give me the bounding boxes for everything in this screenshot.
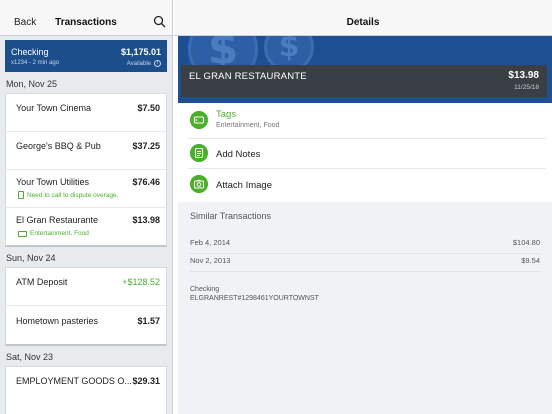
similar-row[interactable]: Nov 2, 2013 $9.54: [190, 250, 540, 272]
date-header: Sun, Nov 24: [6, 253, 56, 263]
transaction-name: El Gran Restaurante: [16, 215, 99, 225]
transaction-amount: $13.98: [132, 215, 160, 225]
similar-transactions: Similar Transactions Feb 4, 2014 $104.80…: [178, 202, 552, 414]
transaction-amount: +$128.52: [122, 277, 160, 287]
transaction-note-text: Need to call to dispute overage.: [27, 191, 119, 199]
account-balance: $1,175.01: [120, 47, 161, 57]
similar-date: Nov 2, 2013: [190, 256, 231, 265]
account-detail-code: ELGRANREST#1298461YOURTOWNST: [190, 295, 319, 302]
transaction-name: George's BBQ & Pub: [16, 141, 101, 151]
transaction-date: 11/25/18: [514, 84, 539, 91]
account-detail-label: Checking: [190, 286, 220, 293]
search-icon[interactable]: [153, 15, 166, 28]
add-notes-row[interactable]: Add Notes: [188, 139, 546, 169]
transaction-group: EMPLOYMENT GOODS O... $29.31: [5, 366, 167, 414]
note-icon: [18, 191, 24, 199]
tag-icon: [18, 230, 27, 237]
similar-title: Similar Transactions: [190, 211, 272, 221]
transaction-amount: $7.50: [137, 103, 160, 113]
transaction-row[interactable]: El Gran Restaurante $13.98 Entertainment…: [6, 208, 166, 246]
transaction-group: Your Town Cinema $7.50 George's BBQ & Pu…: [5, 93, 167, 247]
account-detail: Checking ELGRANREST#1298461YOURTOWNST: [190, 285, 319, 303]
transaction-row[interactable]: ATM Deposit +$128.52: [6, 268, 166, 306]
transaction-name: Hometown pasteries: [16, 316, 99, 326]
info-icon[interactable]: i: [154, 60, 161, 67]
transaction-actions: Tags Entertainment, Food Add Notes Attac…: [188, 103, 546, 199]
tag-icon: [190, 111, 208, 129]
transaction-amount: $37.25: [132, 141, 160, 151]
transaction-amount: $29.31: [132, 376, 160, 386]
available-label: Available i: [127, 60, 161, 67]
transactions-pane: Back Transactions Checking $1,175.01 x12…: [0, 0, 173, 414]
transaction-row[interactable]: Your Town Utilities $76.46 Need to call …: [6, 170, 166, 208]
transaction-name: Your Town Utilities: [16, 177, 90, 187]
tags-value: Entertainment, Food: [216, 122, 280, 129]
transaction-summary: EL GRAN RESTAURANTE $13.98 11/25/18: [181, 65, 547, 97]
add-notes-label: Add Notes: [216, 149, 261, 160]
similar-amount: $9.54: [521, 256, 540, 265]
transaction-row[interactable]: George's BBQ & Pub $37.25: [6, 132, 166, 170]
details-header: Details: [174, 0, 552, 36]
similar-date: Feb 4, 2014: [190, 238, 231, 247]
available-text: Available: [126, 60, 151, 67]
transaction-note: Need to call to dispute overage.: [18, 191, 118, 199]
transaction-name: EMPLOYMENT GOODS O...: [16, 376, 132, 386]
tags-row[interactable]: Tags Entertainment, Food: [188, 103, 546, 139]
transaction-row[interactable]: Your Town Cinema $7.50: [6, 94, 166, 132]
transaction-row[interactable]: EMPLOYMENT GOODS O... $29.31: [6, 367, 166, 405]
attach-image-label: Attach Image: [216, 180, 272, 191]
date-header: Sat, Nov 23: [6, 352, 54, 362]
transaction-amount-large: $13.98: [508, 70, 539, 81]
transaction-name: Your Town Cinema: [16, 103, 92, 113]
transaction-amount: $1.57: [137, 316, 160, 326]
transaction-group: ATM Deposit +$128.52 Hometown pasteries …: [5, 267, 167, 346]
details-pane: Details $ $ EL GRAN RESTAURANTE $13.98 1…: [174, 0, 552, 414]
transaction-amount: $76.46: [132, 177, 160, 187]
details-title: Details: [346, 17, 380, 28]
transaction-tags: Entertainment, Food: [18, 230, 89, 237]
transactions-header: Back Transactions: [0, 0, 172, 36]
transaction-name: ATM Deposit: [16, 277, 68, 287]
attach-image-row[interactable]: Attach Image: [188, 169, 546, 199]
tags-label: Tags: [216, 109, 237, 120]
camera-icon: [190, 175, 208, 193]
transaction-title: EL GRAN RESTAURANTE: [189, 71, 307, 82]
account-name: Checking: [11, 47, 49, 57]
account-subtitle: x1234 - 2 min ago: [11, 60, 60, 66]
account-summary[interactable]: Checking $1,175.01 x1234 - 2 min ago Ava…: [5, 40, 167, 72]
date-header: Mon, Nov 25: [6, 79, 58, 89]
page-title: Transactions: [55, 17, 117, 28]
notes-icon: [190, 144, 208, 162]
transaction-row[interactable]: Hometown pasteries $1.57: [6, 306, 166, 344]
transaction-tags-text: Entertainment, Food: [30, 230, 89, 237]
similar-amount: $104.80: [512, 238, 540, 247]
